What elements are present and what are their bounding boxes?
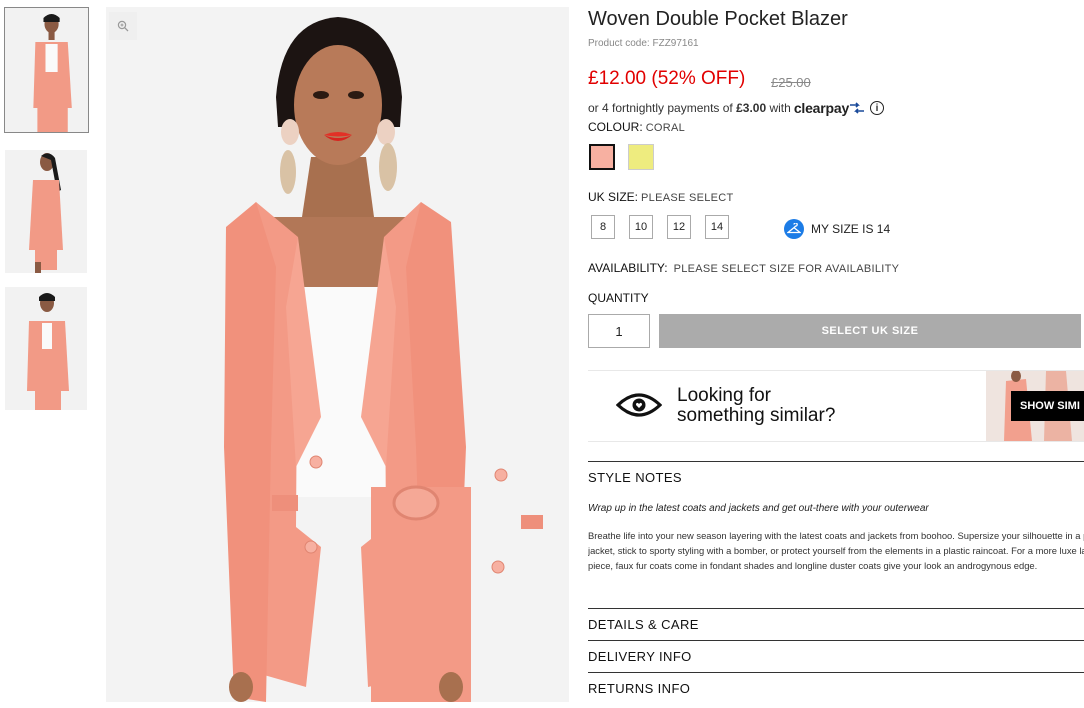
thumbnail-model-image	[5, 8, 88, 132]
thumbnail-front-image	[5, 287, 87, 410]
model-in-coral-blazer-photo	[106, 7, 569, 702]
eye-icon	[616, 393, 662, 417]
divider	[588, 640, 1084, 641]
colour-label: COLOUR:	[588, 120, 643, 134]
clearpay-message: or 4 fortnightly payments of £3.00 with …	[588, 100, 885, 116]
availability-label: AVAILABILITY:	[588, 261, 668, 275]
size-label: UK SIZE:	[588, 190, 639, 204]
returns-info-section[interactable]: RETURNS INFO	[588, 681, 690, 696]
colour-selected: CORAL	[645, 122, 686, 134]
zoom-in-icon	[117, 20, 129, 32]
product-info-panel: Woven Double Pocket Blazer Product code:…	[588, 0, 1084, 708]
size-prompt: PLEASE SELECT	[641, 192, 734, 204]
size-option-14[interactable]: 14	[705, 215, 729, 239]
original-price: £25.00	[771, 75, 811, 90]
main-product-image[interactable]	[106, 7, 569, 702]
sale-price: £12.00 (52% OFF)	[588, 68, 746, 89]
zoom-button[interactable]	[109, 12, 137, 40]
size-option-12[interactable]: 12	[667, 215, 691, 239]
swatch-yellow[interactable]	[628, 144, 654, 170]
colour-row: COLOUR: CORAL	[588, 120, 685, 134]
size-row: UK SIZE: PLEASE SELECT	[588, 190, 734, 204]
style-notes-heading[interactable]: STYLE NOTES	[588, 470, 682, 485]
swatch-coral[interactable]	[589, 144, 615, 170]
quantity-label: QUANTITY	[588, 291, 649, 305]
thumbnail-1[interactable]	[4, 7, 89, 133]
clearpay-prefix: or 4 fortnightly payments of	[588, 101, 733, 115]
my-size-link[interactable]: MY SIZE IS 14	[784, 219, 890, 239]
clearpay-amount: £3.00	[736, 101, 767, 115]
divider	[588, 672, 1084, 673]
my-size-text: MY SIZE IS 14	[811, 222, 891, 236]
details-care-section[interactable]: DETAILS & CARE	[588, 617, 699, 632]
divider	[588, 461, 1084, 462]
divider	[588, 608, 1084, 609]
thumbnail-side-image	[5, 150, 87, 273]
clearpay-with: with	[769, 101, 791, 115]
clearpay-arrows-icon	[850, 102, 865, 114]
availability-row: AVAILABILITY: PLEASE SELECT SIZE FOR AVAI…	[588, 261, 899, 275]
select-size-button[interactable]: SELECT UK SIZE	[659, 314, 1081, 348]
product-code: Product code: FZZ97161	[588, 38, 699, 49]
similar-line-1: Looking for	[677, 385, 772, 406]
style-notes-tagline: Wrap up in the latest coats and jackets …	[588, 503, 929, 514]
similar-text: Looking for something similar?	[677, 386, 835, 426]
thumbnail-3[interactable]	[5, 287, 87, 410]
product-title: Woven Double Pocket Blazer	[588, 8, 848, 30]
size-option-8[interactable]: 8	[591, 215, 615, 239]
size-option-10[interactable]: 10	[629, 215, 653, 239]
hanger-icon	[784, 219, 804, 239]
similar-banner[interactable]: Looking for something similar? SHOW SIMI	[588, 370, 1084, 442]
similar-line-2: something similar?	[677, 405, 836, 426]
delivery-info-section[interactable]: DELIVERY INFO	[588, 649, 692, 664]
clearpay-logo: clearpay	[793, 100, 850, 116]
availability-value: PLEASE SELECT SIZE FOR AVAILABILITY	[673, 263, 900, 275]
thumbnail-2[interactable]	[5, 150, 87, 273]
style-notes-body: Breathe life into your new season layeri…	[588, 530, 1084, 571]
clearpay-info-icon[interactable]: i	[870, 101, 885, 115]
quantity-input[interactable]	[588, 314, 650, 348]
show-similar-button[interactable]: SHOW SIMI	[1011, 391, 1084, 421]
